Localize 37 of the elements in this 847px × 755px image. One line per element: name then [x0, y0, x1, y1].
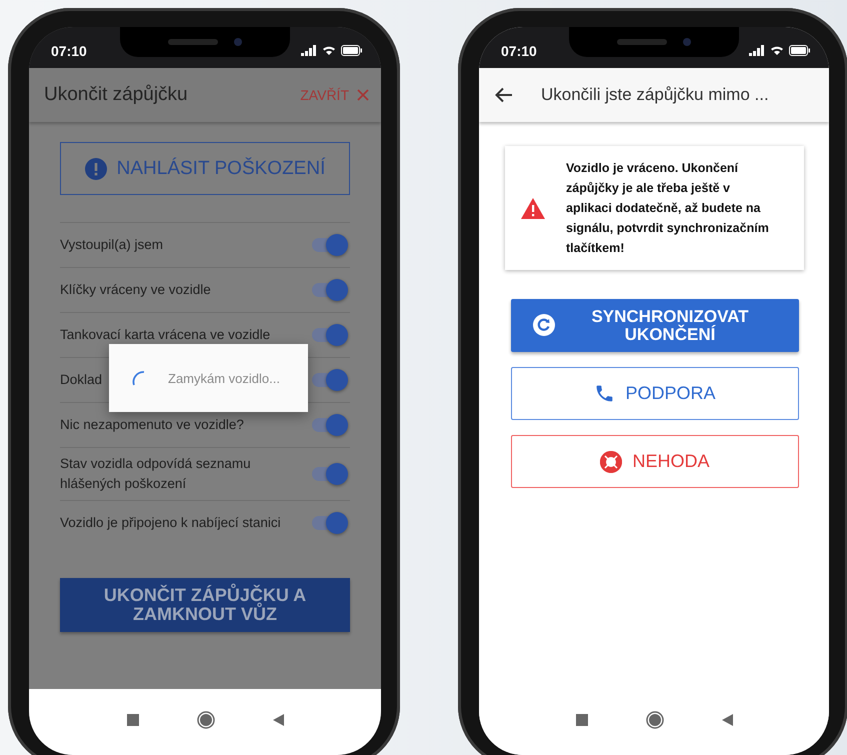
screen-title: Ukončit zápůjčku — [44, 84, 189, 106]
exclamation-icon — [84, 158, 107, 180]
close-icon — [357, 89, 369, 101]
phone-icon — [594, 383, 616, 404]
signal-icon — [749, 45, 765, 56]
back-arrow-icon[interactable] — [495, 87, 513, 103]
triangle-icon[interactable] — [722, 714, 732, 726]
wifi-icon — [322, 45, 336, 56]
status-time: 07:10 — [501, 42, 537, 58]
accident-button[interactable]: NEHODA — [511, 435, 799, 488]
checklist-label: Nic nezapomenuto ve vozidle? — [60, 416, 244, 434]
dialog-message: Zamykám vozidlo... — [168, 370, 280, 386]
checklist-label: Doklad — [60, 371, 102, 389]
circle-icon[interactable] — [196, 711, 214, 729]
battery-icon — [789, 45, 811, 56]
lifebuoy-icon — [600, 450, 622, 472]
sync-button[interactable]: SYNCHRONIZOVAT UKONČENÍ — [511, 299, 799, 352]
checklist-label: Vystoupil(a) jsem — [60, 236, 164, 254]
loading-spinner-icon — [132, 370, 146, 386]
signal-icon — [301, 45, 317, 56]
end-rental-button[interactable]: UKONČIT ZÁPŮJČKU A ZAMKNOUT VŮZ — [60, 578, 350, 632]
wifi-icon — [770, 45, 784, 56]
warning-icon — [521, 198, 545, 218]
square-icon[interactable] — [576, 714, 588, 726]
checklist-label: Klíčky vráceny ve vozidle — [60, 281, 211, 299]
checklist-label: Tankovací karta vrácena ve vozidle — [60, 326, 270, 344]
circle-icon[interactable] — [646, 711, 664, 729]
battery-icon — [341, 45, 363, 56]
refresh-icon — [533, 314, 555, 336]
square-icon[interactable] — [126, 714, 138, 726]
status-time: 07:10 — [51, 42, 87, 58]
warning-message: Vozidlo je vráceno. Ukončení zápůjčky je ale třeba ještě v aplikaci dodatečně, až budete na signálu, potvrdit synchronizačním tlačítkem! — [566, 160, 770, 257]
checklist-label: Stav vozidla odpovídá seznamu hlášených poškození — [60, 455, 252, 493]
support-button[interactable]: PODPORA — [511, 367, 799, 420]
triangle-icon[interactable] — [272, 714, 284, 726]
checklist-label: Vozidlo je připojeno k nabíjecí stanici — [60, 514, 281, 532]
screen-title: Ukončili jste zápůjčku mimo ... — [541, 85, 770, 105]
